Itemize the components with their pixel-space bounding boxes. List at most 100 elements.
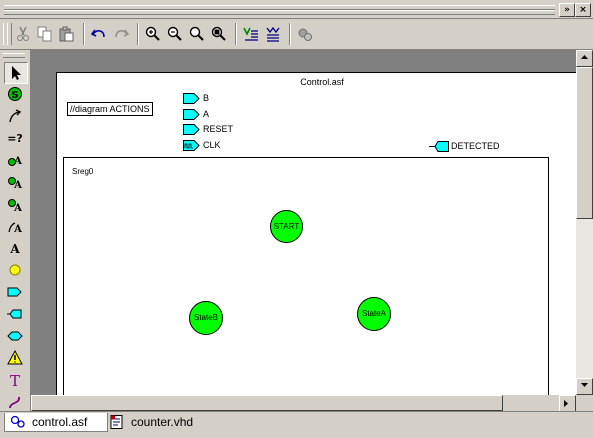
- zoom-in-icon: [145, 26, 160, 41]
- tab-control-asf[interactable]: control.asf: [4, 413, 108, 432]
- state-stateb[interactable]: StateB: [189, 301, 223, 335]
- declaration-box[interactable]: //diagram ACTIONS: [67, 102, 153, 116]
- generate-hdl-button[interactable]: [263, 24, 283, 44]
- zoom-fit-button[interactable]: [187, 24, 207, 44]
- arrow-pointer-icon: [12, 66, 21, 80]
- state-icon: S: [8, 87, 22, 101]
- toolbar-grip-2: [7, 23, 12, 45]
- input-port-icon: [7, 287, 22, 297]
- zoom-out-button[interactable]: [165, 24, 185, 44]
- input-port-icon: [183, 93, 200, 104]
- state-machine-box[interactable]: Sreg0 START StateB StateA: [63, 157, 549, 411]
- warning-tool[interactable]: [4, 348, 26, 368]
- state-statea[interactable]: StateA: [357, 297, 391, 331]
- simulate-icon: [298, 28, 312, 41]
- bidir-port-tool[interactable]: [4, 326, 26, 346]
- exit-action-tool[interactable]: A: [4, 194, 26, 214]
- svg-text:A: A: [9, 242, 20, 256]
- input-port-icon: [183, 109, 200, 120]
- tab-counter-vhd[interactable]: counter.vhd: [106, 413, 208, 431]
- state-action-tool[interactable]: A: [4, 150, 26, 170]
- port-label: A: [203, 109, 210, 119]
- wire-icon: [9, 396, 20, 409]
- svg-text:A: A: [13, 156, 22, 167]
- entry-action-tool[interactable]: A: [4, 172, 26, 192]
- generate-hdl-icon: [266, 26, 280, 42]
- scrollbar-corner: [576, 395, 593, 411]
- arrow-right-icon: [564, 400, 568, 407]
- copy-button[interactable]: [35, 24, 55, 44]
- port-label: B: [203, 93, 210, 103]
- toolbar-separator: [83, 23, 85, 45]
- state-diagram-file-icon: [10, 415, 25, 428]
- output-port-icon: [429, 141, 449, 152]
- zoom-out-icon: [167, 26, 182, 41]
- state-label: StateB: [193, 313, 218, 322]
- scissors-icon: [17, 26, 29, 41]
- check-diagram-button[interactable]: [241, 24, 261, 44]
- select-tool[interactable]: [4, 62, 28, 84]
- transition-action-tool[interactable]: A: [4, 216, 26, 236]
- window-title-bar: » ×: [0, 0, 593, 19]
- transition-tool[interactable]: [4, 106, 26, 126]
- state-tool[interactable]: S: [4, 84, 26, 104]
- text-tool[interactable]: T: [4, 370, 26, 390]
- check-diagram-icon: [243, 27, 258, 41]
- state-label: StateA: [361, 309, 386, 318]
- text-icon: T: [10, 372, 20, 388]
- main-toolbar: [0, 19, 593, 50]
- horizontal-scroll-thumb[interactable]: [31, 395, 503, 411]
- condition-tool[interactable]: =?: [4, 128, 26, 148]
- bidir-port-icon: [7, 331, 23, 341]
- diagram-canvas[interactable]: Control.asf //diagram ACTIONS B A RESET …: [31, 50, 576, 411]
- junction-tool[interactable]: [4, 260, 26, 280]
- port-label: RESET: [203, 124, 234, 134]
- paste-button[interactable]: [57, 24, 77, 44]
- tab-label: counter.vhd: [131, 415, 194, 429]
- input-port-icon: [183, 124, 200, 135]
- arrow-up-icon: [581, 55, 588, 59]
- scroll-right-button[interactable]: [559, 395, 576, 412]
- close-button[interactable]: ×: [575, 3, 591, 17]
- port-label: DETECTED: [451, 141, 500, 151]
- expand-button[interactable]: »: [559, 3, 575, 17]
- port-label: CLK: [203, 140, 221, 150]
- zoom-in-button[interactable]: [143, 24, 163, 44]
- clipboard-icon: [59, 26, 74, 42]
- toolbar-separator: [289, 23, 291, 45]
- toolbar-separator: [137, 23, 139, 45]
- transition-action-icon: A: [8, 222, 22, 234]
- output-port-tool[interactable]: [4, 304, 26, 324]
- scroll-up-button[interactable]: [576, 50, 593, 67]
- entry-action-icon: A: [8, 177, 22, 190]
- cut-button[interactable]: [13, 24, 33, 44]
- horizontal-scrollbar[interactable]: [31, 395, 576, 412]
- condition-icon: =?: [7, 132, 23, 145]
- svg-text:A: A: [13, 224, 22, 234]
- input-port-tool[interactable]: [4, 282, 26, 302]
- tab-label: control.asf: [32, 415, 88, 429]
- vertical-scrollbar[interactable]: [576, 50, 593, 395]
- junction-icon: [9, 264, 21, 276]
- simulate-button[interactable]: [295, 24, 315, 44]
- state-machine-name: Sreg0: [72, 167, 94, 176]
- state-action-icon: A: [8, 156, 22, 167]
- redo-button[interactable]: [111, 24, 131, 44]
- title-grip-2: [4, 10, 555, 15]
- diagram-page[interactable]: Control.asf //diagram ACTIONS B A RESET …: [56, 72, 576, 411]
- copy-icon: [37, 26, 52, 42]
- exit-action-icon: A: [8, 199, 22, 212]
- wire-tool[interactable]: [4, 392, 26, 412]
- undo-button[interactable]: [89, 24, 109, 44]
- clock-port-icon: [183, 140, 200, 151]
- transition-arrow-icon: [9, 109, 22, 123]
- zoom-window-button[interactable]: [209, 24, 229, 44]
- warning-icon: [7, 350, 23, 365]
- vhdl-file-icon: [110, 415, 123, 429]
- condition-glyph: =?: [7, 132, 23, 145]
- scroll-down-button[interactable]: [576, 378, 593, 395]
- svg-text:T: T: [10, 372, 20, 388]
- action-tool[interactable]: A: [4, 238, 26, 258]
- vertical-scroll-thumb[interactable]: [576, 67, 593, 219]
- state-start[interactable]: START: [270, 210, 303, 243]
